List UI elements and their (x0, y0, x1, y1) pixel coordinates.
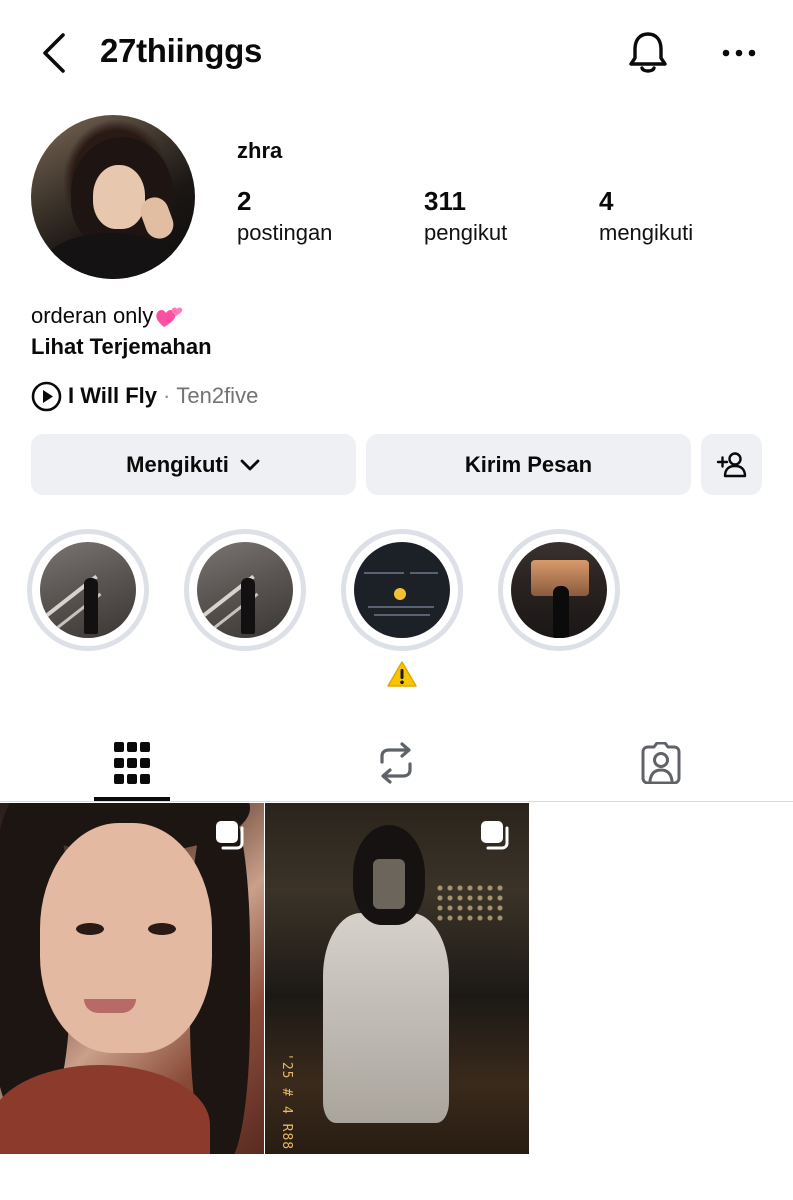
bio-text: orderan only (31, 303, 154, 328)
story-highlight[interactable] (184, 529, 306, 651)
tagged-person-icon (641, 742, 681, 784)
tab-tagged[interactable] (623, 725, 699, 801)
posts-label: postingan (237, 220, 333, 245)
chevron-left-icon (43, 33, 65, 73)
add-person-icon (716, 451, 746, 477)
tab-posts-grid[interactable] (94, 725, 170, 801)
song-title: I Will Fly (68, 383, 158, 408)
warning-icon (387, 661, 417, 687)
followers-count: 311 (424, 186, 466, 216)
profile-bio: orderan only (31, 303, 185, 329)
tab-reposts[interactable] (358, 725, 434, 801)
two-hearts-icon (156, 307, 183, 327)
more-options-button[interactable] (716, 36, 762, 70)
following-stat[interactable]: 4 mengikuti (599, 186, 693, 246)
send-message-button[interactable]: Kirim Pesan (366, 434, 691, 495)
chevron-down-icon (240, 459, 260, 470)
posts-stat: 2 postingan (237, 186, 332, 246)
song-artist: Ten2five (176, 383, 259, 408)
story-highlight[interactable] (498, 529, 620, 651)
following-button[interactable]: Mengikuti (31, 434, 356, 495)
more-horizontal-icon (722, 49, 756, 57)
following-count: 4 (599, 186, 614, 216)
posts-count: 2 (237, 186, 252, 216)
notifications-button[interactable] (624, 28, 672, 78)
play-circle-icon (31, 381, 62, 411)
following-button-label: Mengikuti (126, 451, 229, 477)
back-button[interactable] (36, 30, 72, 76)
repost-icon (380, 742, 412, 784)
photo-date-stamp: '25 # 4 R88 (279, 1053, 294, 1151)
music-separator: · (163, 383, 171, 408)
profile-header: 27thiinggs (0, 0, 793, 104)
see-translation-link[interactable]: Lihat Terjemahan (31, 334, 212, 360)
following-label: mengikuti (599, 220, 694, 245)
bell-icon (629, 32, 667, 73)
tabs-divider (0, 801, 793, 802)
multiple-photos-icon (481, 821, 509, 850)
story-highlight[interactable] (27, 529, 149, 651)
profile-music[interactable]: I Will Fly · Ten2five (31, 380, 258, 412)
post-thumbnail[interactable]: '25 # 4 R88 (265, 803, 529, 1154)
post-thumbnail[interactable] (0, 803, 264, 1154)
followers-label: pengikut (424, 220, 508, 245)
profile-username: 27thiinggs (100, 32, 263, 69)
profile-avatar[interactable] (31, 115, 195, 279)
grid-icon (114, 742, 150, 784)
display-name: zhra (237, 138, 283, 163)
followers-stat[interactable]: 311 pengikut (424, 186, 507, 246)
send-message-label: Kirim Pesan (464, 451, 593, 477)
multiple-photos-icon (216, 821, 244, 850)
suggest-users-button[interactable] (701, 434, 762, 495)
story-highlight[interactable] (341, 529, 463, 651)
